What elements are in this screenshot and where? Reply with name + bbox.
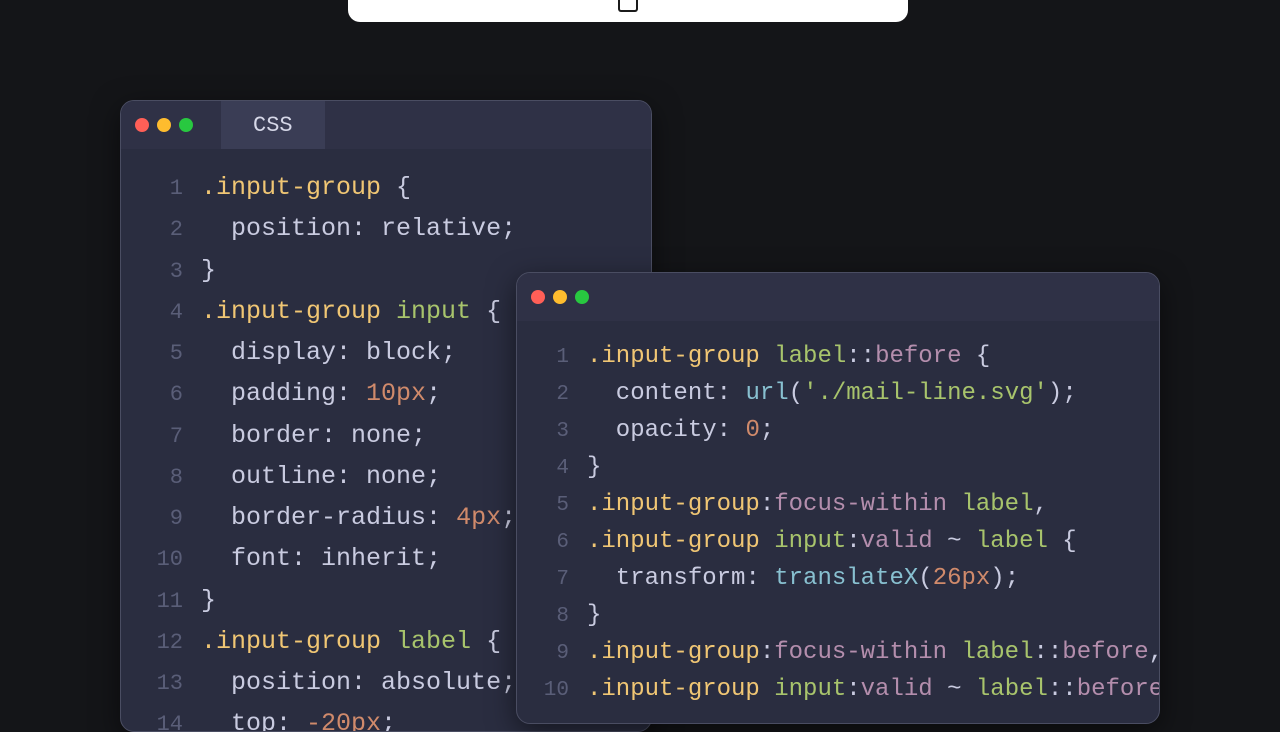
- maximize-icon[interactable]: [575, 290, 589, 304]
- line-number: 2: [143, 212, 183, 248]
- line-number: 8: [535, 601, 569, 633]
- code-text: .input-group label {: [201, 621, 501, 662]
- line-number: 6: [143, 377, 183, 413]
- code-text: .input-group {: [201, 167, 411, 208]
- code-text: .input-group:focus-within label,: [587, 487, 1048, 524]
- line-number: 9: [535, 638, 569, 670]
- line-number: 3: [143, 254, 183, 290]
- close-icon[interactable]: [531, 290, 545, 304]
- code-text: content: url('./mail-line.svg');: [587, 376, 1077, 413]
- code-text: .input-group label::before {: [587, 339, 990, 376]
- code-line: 10 .input-group input:valid ~ label::befo…: [517, 672, 1159, 709]
- code-text: font: inherit;: [201, 538, 441, 579]
- code-text: display: block;: [201, 332, 456, 373]
- line-number: 1: [143, 171, 183, 207]
- code-text: .input-group input {: [201, 291, 501, 332]
- code-text: border: none;: [201, 415, 426, 456]
- code-line: 7 transform: translateX(26px);: [517, 561, 1159, 598]
- code-text: }: [587, 598, 601, 635]
- line-number: 8: [143, 460, 183, 496]
- close-icon[interactable]: [135, 118, 149, 132]
- window-titlebar: CSS: [121, 101, 651, 149]
- code-line: 8}: [517, 598, 1159, 635]
- code-text: .input-group:focus-within label::before,: [587, 635, 1160, 672]
- maximize-icon[interactable]: [179, 118, 193, 132]
- line-number: 5: [143, 336, 183, 372]
- line-number: 12: [143, 625, 183, 661]
- line-number: 10: [535, 675, 569, 707]
- code-text: }: [587, 450, 601, 487]
- traffic-lights: [531, 290, 589, 304]
- line-number: 5: [535, 490, 569, 522]
- code-text: padding: 10px;: [201, 373, 441, 414]
- code-line: 3 opacity: 0;: [517, 413, 1159, 450]
- line-number: 7: [535, 564, 569, 596]
- line-number: 10: [143, 542, 183, 578]
- line-number: 3: [535, 416, 569, 448]
- code-line: 4}: [517, 450, 1159, 487]
- mail-icon: [618, 0, 638, 12]
- traffic-lights: [135, 118, 193, 132]
- code-text: position: relative;: [201, 208, 516, 249]
- code-line: 1 .input-group label::before {: [517, 339, 1159, 376]
- code-body[interactable]: 1.input-group label::before {2 content: …: [517, 321, 1159, 724]
- line-number: 7: [143, 419, 183, 455]
- code-text: top: -20px;: [201, 703, 396, 732]
- code-text: .input-group input:valid ~ label::before…: [587, 672, 1160, 709]
- code-line: 1 .input-group {: [121, 167, 651, 208]
- code-text: transform: translateX(26px);: [587, 561, 1019, 598]
- code-text: }: [201, 580, 216, 621]
- line-number: 4: [143, 295, 183, 331]
- line-number: 11: [143, 584, 183, 620]
- code-text: border-radius: 4px;: [201, 497, 516, 538]
- code-line: 6 .input-group input:valid ~ label {: [517, 524, 1159, 561]
- code-text: .input-group input:valid ~ label {: [587, 524, 1077, 561]
- code-line: 2 position: relative;: [121, 208, 651, 249]
- tab-label: CSS: [253, 113, 293, 138]
- code-text: opacity: 0;: [587, 413, 774, 450]
- code-text: }: [201, 250, 216, 291]
- window-titlebar: [517, 273, 1159, 321]
- line-number: 13: [143, 666, 183, 702]
- code-text: outline: none;: [201, 456, 441, 497]
- code-text: position: absolute;: [201, 662, 516, 703]
- code-line: 5 .input-group:focus-within label,: [517, 487, 1159, 524]
- line-number: 4: [535, 453, 569, 485]
- demo-input-preview: [348, 0, 908, 22]
- code-line: 2 content: url('./mail-line.svg');: [517, 376, 1159, 413]
- line-number: 9: [143, 501, 183, 537]
- code-window-css-2: 1.input-group label::before {2 content: …: [516, 272, 1160, 724]
- minimize-icon[interactable]: [157, 118, 171, 132]
- line-number: 6: [535, 527, 569, 559]
- line-number: 1: [535, 342, 569, 374]
- line-number: 2: [535, 379, 569, 411]
- minimize-icon[interactable]: [553, 290, 567, 304]
- code-line: 9 .input-group:focus-within label::before…: [517, 635, 1159, 672]
- editor-tab[interactable]: CSS: [221, 101, 325, 149]
